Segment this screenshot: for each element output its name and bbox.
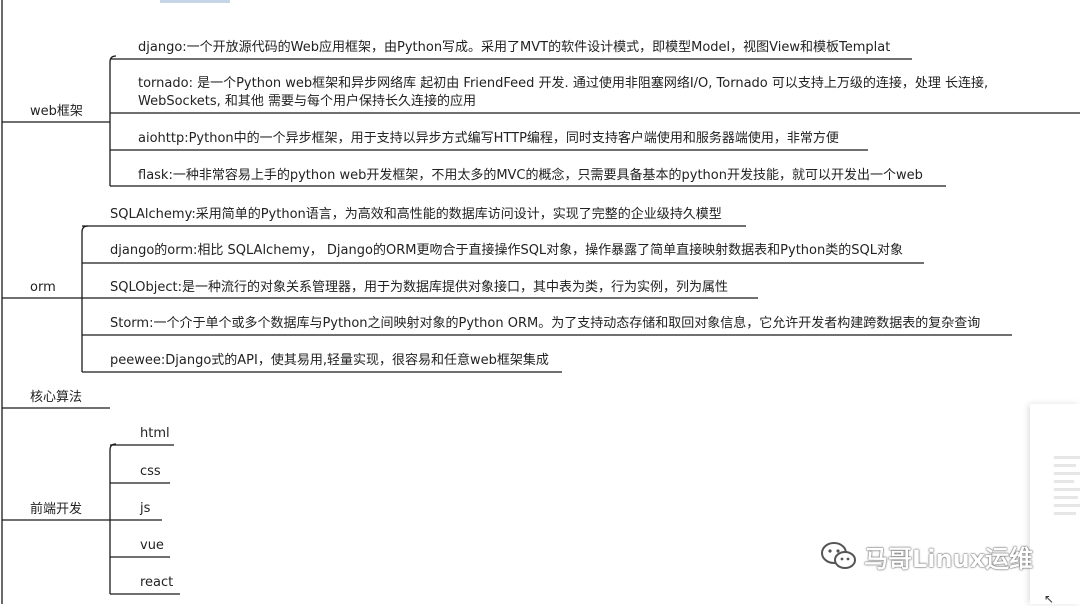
leaf-tornado[interactable]: tornado: 是一个Python web框架和异步网络库 起初由 Frien… (138, 75, 1074, 111)
category-frontend[interactable]: 前端开发 (30, 501, 82, 519)
leaf-sqlobject[interactable]: SQLObject:是一种流行的对象关系管理器，用于为数据库提供对象接口，其中表… (110, 279, 728, 297)
leaf-react[interactable]: react (140, 574, 173, 592)
leaf-css[interactable]: css (140, 463, 161, 481)
category-orm[interactable]: orm (30, 279, 56, 297)
leaf-storm[interactable]: Storm:一个介于单个或多个数据库与Python之间映射对象的Python O… (110, 315, 980, 333)
category-core-algorithm[interactable]: 核心算法 (30, 389, 82, 407)
overview-panel[interactable] (1030, 404, 1080, 604)
leaf-sqlalchemy[interactable]: SQLAlchemy:采用简单的Python语言，为高效和高性能的数据库访问设计… (110, 206, 722, 224)
mindmap-canvas: web框架 orm 核心算法 前端开发 django:一个开放源代码的Web应用… (0, 0, 1080, 606)
leaf-aiohttp[interactable]: aiohttp:Python中的一个异步框架，用于支持以异步方式编写HTTP编程… (138, 130, 839, 148)
leaf-vue[interactable]: vue (140, 537, 164, 555)
leaf-flask[interactable]: flask:一种非常容易上手的python web开发框架，不用太多的MVC的概… (138, 167, 923, 185)
leaf-js[interactable]: js (140, 500, 150, 518)
category-web-framework[interactable]: web框架 (30, 103, 83, 121)
leaf-django[interactable]: django:一个开放源代码的Web应用框架，由Python写成。采用了MVT的… (138, 39, 890, 57)
watermark: 马哥Linux运维 (820, 538, 1033, 574)
leaf-html[interactable]: html (140, 425, 170, 443)
wechat-icon (821, 542, 856, 569)
leaf-peewee[interactable]: peewee:Django式的API，使其易用,轻量实现，很容易和任意web框架… (110, 352, 549, 370)
watermark-text: 马哥Linux运维 (864, 544, 1034, 573)
leaf-django-orm[interactable]: django的orm:相比 SQLAlchemy， Django的ORM更吻合于… (110, 242, 903, 260)
